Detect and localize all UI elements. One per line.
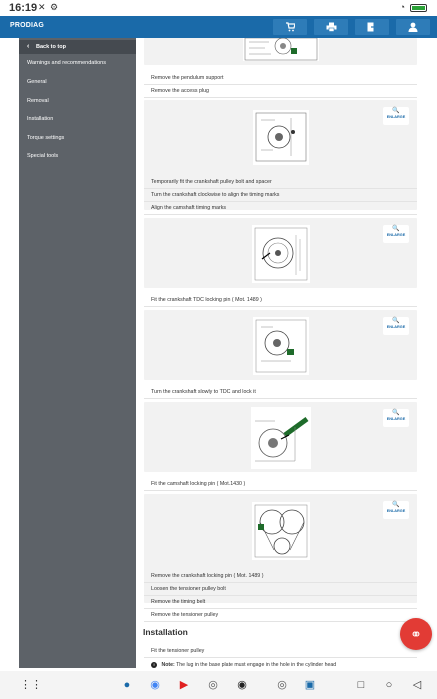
export-icon	[367, 22, 377, 32]
sidebar-item-removal[interactable]: Removal	[27, 98, 49, 104]
youtube-app-icon[interactable]: ▶	[177, 678, 191, 692]
step-item: Temporarily fit the crankshaft pulley bo…	[144, 176, 417, 189]
enlarge-button[interactable]: 🔍 ENLARGE	[383, 501, 409, 519]
print-button[interactable]	[314, 19, 348, 35]
android-nav-bar: ⋮⋮ ● ◉ ▶ ◎ ◉ ◎ ▣ □ ○ ◁	[0, 671, 437, 699]
sidebar-item-torque-settings[interactable]: Torque settings	[27, 135, 64, 141]
back-icon[interactable]: ◁	[410, 678, 424, 692]
status-bar: 16:19 ✕ ⚙ ◔	[0, 0, 437, 16]
magnifier-icon: 🔍	[392, 226, 400, 232]
magnifier-icon: 🔍	[392, 410, 400, 416]
back-to-top-button[interactable]: ‹ Back to top	[19, 40, 136, 54]
user-icon	[408, 22, 418, 32]
engine-diagram-image[interactable]	[252, 110, 309, 165]
sidebar-item-special-tools[interactable]: Special tools	[27, 153, 58, 159]
right-margin	[418, 38, 437, 668]
step-item: Remove the access plug	[144, 85, 417, 98]
chevron-left-icon: ‹	[27, 43, 30, 50]
engine-diagram-image[interactable]	[250, 407, 311, 469]
main-content: Remove the pendulum support Remove the a…	[136, 38, 418, 668]
illustration-card: 🔍 ENLARGE	[144, 402, 417, 472]
battery-icon	[410, 4, 427, 12]
magnifier-icon: 🔍	[392, 108, 400, 114]
magnifier-icon: 🔍	[392, 502, 400, 508]
note-text: The lug in the base plate must engage in…	[176, 662, 337, 668]
wifi-icon: ◔	[399, 2, 405, 12]
step-item: Remove the timing belt	[144, 596, 417, 609]
engine-diagram-image[interactable]	[251, 225, 310, 283]
step-item: Align the camshaft timing marks	[144, 202, 417, 215]
engine-diagram-image[interactable]	[251, 502, 310, 560]
enlarge-button[interactable]: 🔍 ENLARGE	[383, 317, 409, 335]
step-item: Loosen the tensioner pulley bolt	[144, 583, 417, 596]
camera-app-icon[interactable]: ◉	[235, 678, 249, 692]
magnifier-icon: 🔍	[392, 318, 400, 324]
settings-status-icon: ⚙	[50, 2, 59, 12]
user-button[interactable]	[396, 19, 430, 35]
sidebar-item-installation[interactable]: Installation	[27, 116, 53, 122]
link-icon: ⚭	[410, 626, 422, 642]
step-item: Remove the tensioner pulley	[144, 609, 417, 622]
note-label: Note:	[161, 662, 175, 668]
step-item: Fit the camshaft locking pin ( Mot.1430 …	[144, 478, 417, 491]
note: ! Note: The lug in the base plate must e…	[144, 659, 417, 668]
cart-icon	[286, 22, 296, 32]
engine-diagram-image[interactable]	[252, 317, 309, 375]
apps-grid-icon[interactable]: ⋮⋮	[20, 678, 42, 692]
home-icon[interactable]: ○	[382, 678, 396, 692]
left-margin	[0, 38, 19, 668]
app-header: PRODIAG	[0, 16, 437, 38]
link-fab-button[interactable]: ⚭	[400, 618, 432, 650]
sidebar: ‹ Back to top Warnings and recommendatio…	[19, 38, 136, 668]
recents-icon[interactable]: □	[354, 678, 368, 692]
step-item: Fit the tensioner pulley	[144, 645, 417, 658]
sidebar-item-general[interactable]: General	[27, 79, 47, 85]
illustration-card	[144, 38, 417, 65]
export-button[interactable]	[355, 19, 389, 35]
illustration-card: 🔍 ENLARGE	[144, 310, 417, 380]
back-to-top-label: Back to top	[36, 44, 66, 50]
app-title: PRODIAG	[10, 22, 45, 29]
engine-diagram-image[interactable]	[242, 38, 319, 61]
step-item: Remove the crankshaft locking pin ( Mot.…	[144, 570, 417, 583]
wheel-app-icon[interactable]: ◎	[206, 678, 220, 692]
section-title: Installation	[143, 627, 188, 637]
recent-wheel-app-icon[interactable]: ◎	[275, 678, 289, 692]
step-item: Fit the crankshaft TDC locking pin ( Mot…	[144, 294, 417, 307]
illustration-card: 🔍 ENLARGE	[144, 218, 417, 288]
sidebar-item-warnings[interactable]: Warnings and recommendations	[27, 60, 106, 66]
step-item: Remove the pendulum support	[144, 72, 417, 85]
step-item: Turn the crankshaft slowly to TDC and lo…	[144, 386, 417, 399]
chrome-app-icon[interactable]: ◉	[148, 678, 162, 692]
enlarge-button[interactable]: 🔍 ENLARGE	[383, 409, 409, 427]
step-item: Turn the crankshaft clockwise to align t…	[144, 189, 417, 202]
enlarge-button[interactable]: 🔍 ENLARGE	[383, 225, 409, 243]
clock: 16:19	[9, 2, 38, 14]
contacts-app-icon[interactable]: ●	[120, 678, 134, 692]
mute-icon: ✕	[38, 2, 46, 12]
car-app-icon[interactable]: ▣	[303, 678, 317, 692]
cart-button[interactable]	[273, 19, 307, 35]
info-icon: !	[151, 662, 157, 668]
print-icon	[326, 22, 336, 32]
enlarge-button[interactable]: 🔍 ENLARGE	[383, 107, 409, 125]
